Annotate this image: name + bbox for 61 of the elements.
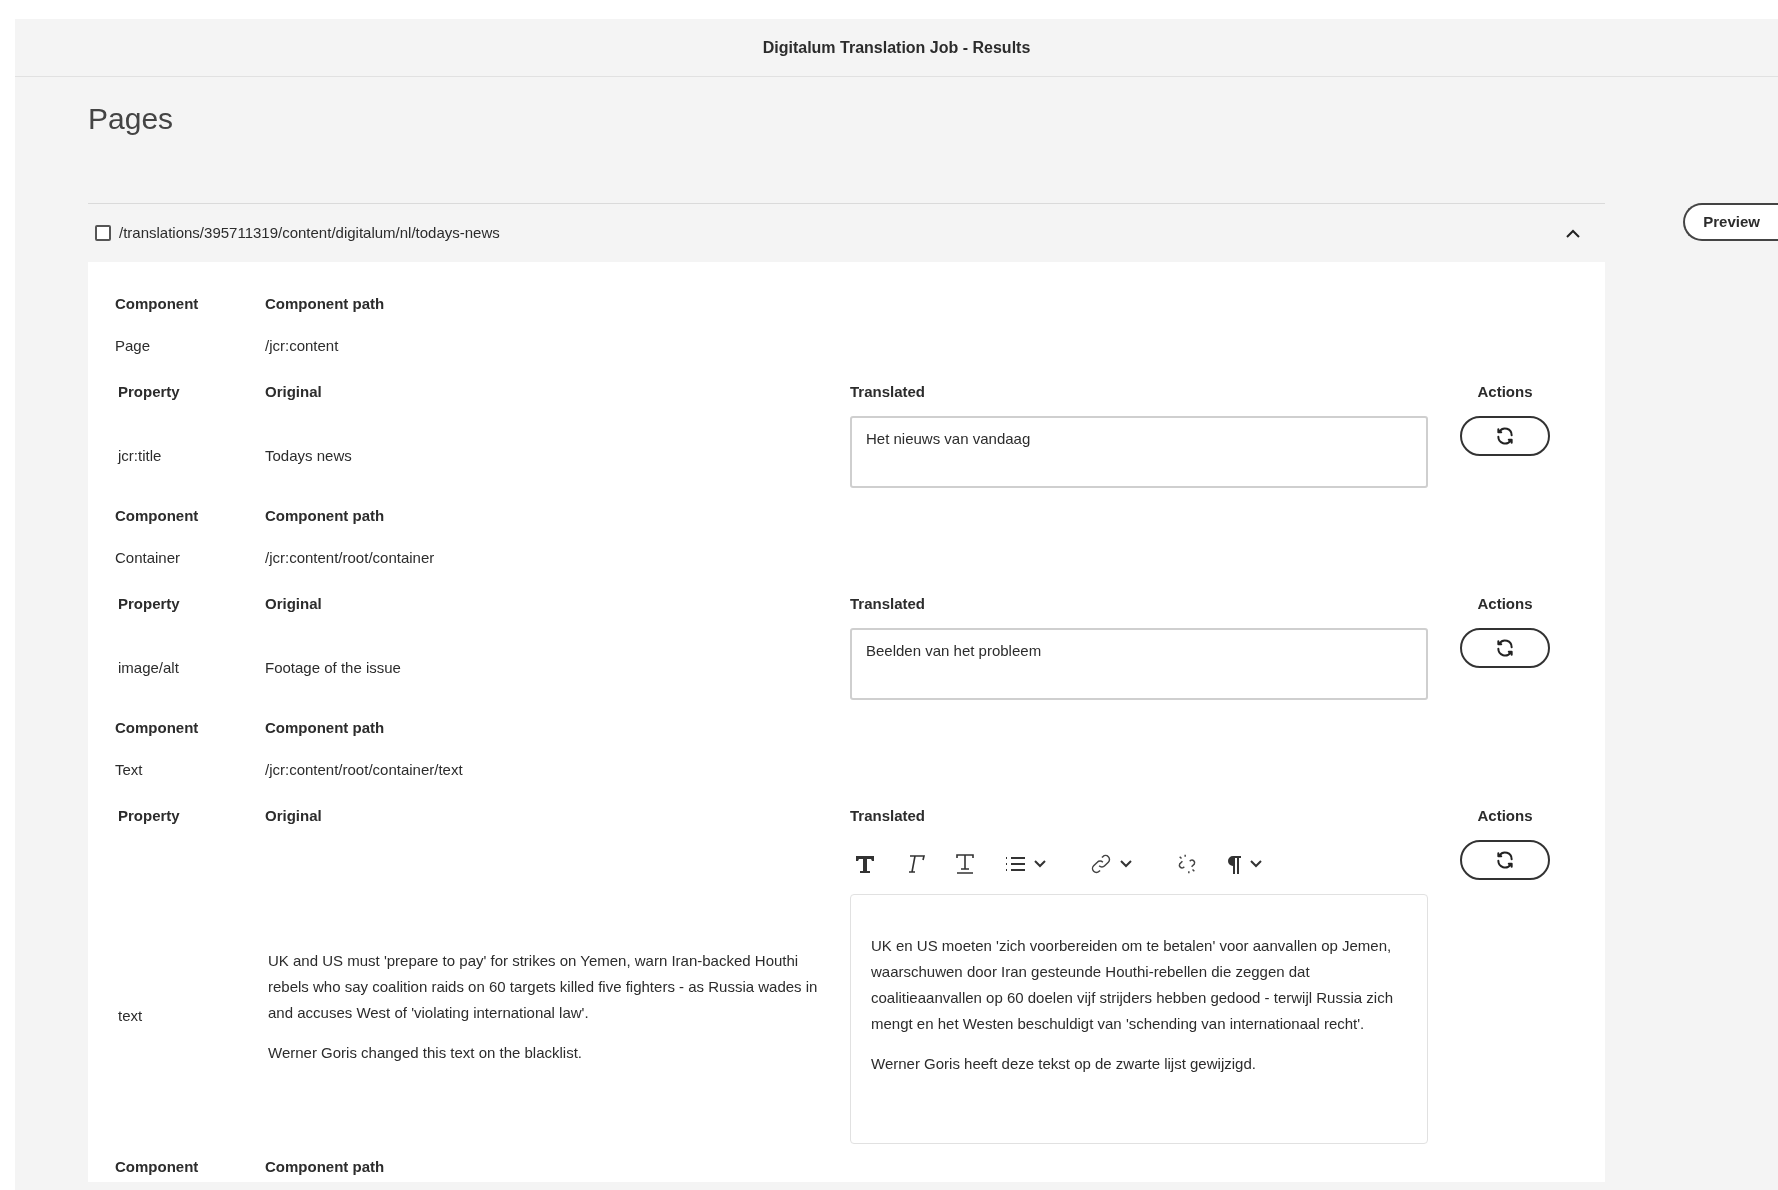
translated-heading: Translated — [850, 805, 927, 826]
component-path-heading: Component path — [265, 505, 385, 526]
list-icon — [1004, 854, 1026, 874]
refresh-button[interactable] — [1460, 628, 1550, 668]
translated-value: Beelden van het probleem — [866, 642, 1042, 659]
chevron-down-icon — [1250, 860, 1262, 868]
translated-heading: Translated — [850, 593, 927, 614]
chevron-down-icon — [1120, 860, 1132, 868]
translated-paragraph: Werner Goris heeft deze tekst op de zwarte lijst gewijzigd. — [871, 1054, 1257, 1074]
property-heading: Property — [118, 381, 181, 402]
link-icon — [1090, 853, 1112, 875]
refresh-button[interactable] — [1460, 416, 1550, 456]
component-heading: Component — [115, 293, 200, 314]
actions-heading: Actions — [1476, 805, 1534, 826]
broken-link-icon — [1176, 853, 1198, 875]
component-name: Text — [115, 759, 144, 780]
component-path: /jcr:content — [265, 335, 339, 356]
original-paragraph: UK and US must 'prepare to pay' for strikes on Yemen, warn Iran-backed Houthi rebels who say coalition raids on 60 targets killed five fighters - as Russia wades in and accuses West of 'violating international law'. — [268, 951, 819, 1023]
original-heading: Original — [265, 381, 323, 402]
original-value: Footage of the issue — [265, 657, 401, 678]
component-path: /jcr:content/root/container — [265, 547, 435, 568]
property-heading: Property — [118, 805, 181, 826]
component-heading: Component — [115, 505, 200, 526]
original-heading: Original — [265, 805, 323, 826]
preview-button[interactable]: Preview — [1683, 203, 1778, 241]
original-heading: Original — [265, 593, 323, 614]
underline-text-icon — [954, 853, 976, 875]
actions-heading: Actions — [1476, 381, 1534, 402]
component-name: Container — [115, 547, 182, 568]
original-paragraph: Werner Goris changed this text on the blacklist. — [268, 1043, 584, 1063]
component-path-heading: Component path — [265, 293, 385, 314]
refresh-icon — [1495, 426, 1515, 446]
actions-heading: Actions — [1476, 593, 1534, 614]
property-name: image/alt — [118, 657, 179, 678]
page-checkbox[interactable] — [95, 225, 111, 241]
bold-text-icon — [854, 854, 876, 874]
translated-textarea[interactable]: Het nieuws van vandaag — [850, 416, 1428, 488]
component-path-heading: Component path — [265, 1156, 385, 1177]
chevron-up-icon — [1566, 228, 1581, 238]
refresh-icon — [1495, 850, 1515, 870]
property-name: text — [118, 1005, 143, 1026]
component-name: Page — [115, 335, 152, 356]
rich-text-editor[interactable] — [850, 894, 1428, 1144]
property-heading: Property — [118, 593, 181, 614]
refresh-button[interactable] — [1460, 840, 1550, 880]
component-path-heading: Component path — [265, 717, 385, 738]
page-heading: Pages — [88, 101, 175, 137]
refresh-icon — [1495, 638, 1515, 658]
component-heading: Component — [115, 717, 200, 738]
translated-paragraph: UK en US moeten 'zich voorbereiden om te betalen' voor aanvallen op Jemen, waarschuwen door Iran gesteunde Houthi-rebellen die zeggen dat coalitieaanvallen op 60 doelen vijf strijders hebben gedood - terwijl Russia zich mengt en het Westen beschuldigt van 'schending van internationaal recht'. — [871, 936, 1394, 1034]
property-name: jcr:title — [118, 445, 162, 466]
pilcrow-icon — [1226, 854, 1242, 874]
component-heading: Component — [115, 1156, 200, 1177]
window-title: Digitalum Translation Job - Results — [762, 37, 1031, 58]
translated-value: Het nieuws van vandaag — [866, 430, 1031, 447]
original-value: Todays news — [265, 445, 352, 466]
page-path: /translations/395711319/content/digitalum/nl/todays-news — [119, 222, 500, 243]
chevron-down-icon — [1034, 860, 1046, 868]
translated-textarea[interactable]: Beelden van het probleem — [850, 628, 1428, 700]
component-path: /jcr:content/root/container/text — [265, 759, 463, 780]
translated-heading: Translated — [850, 381, 927, 402]
